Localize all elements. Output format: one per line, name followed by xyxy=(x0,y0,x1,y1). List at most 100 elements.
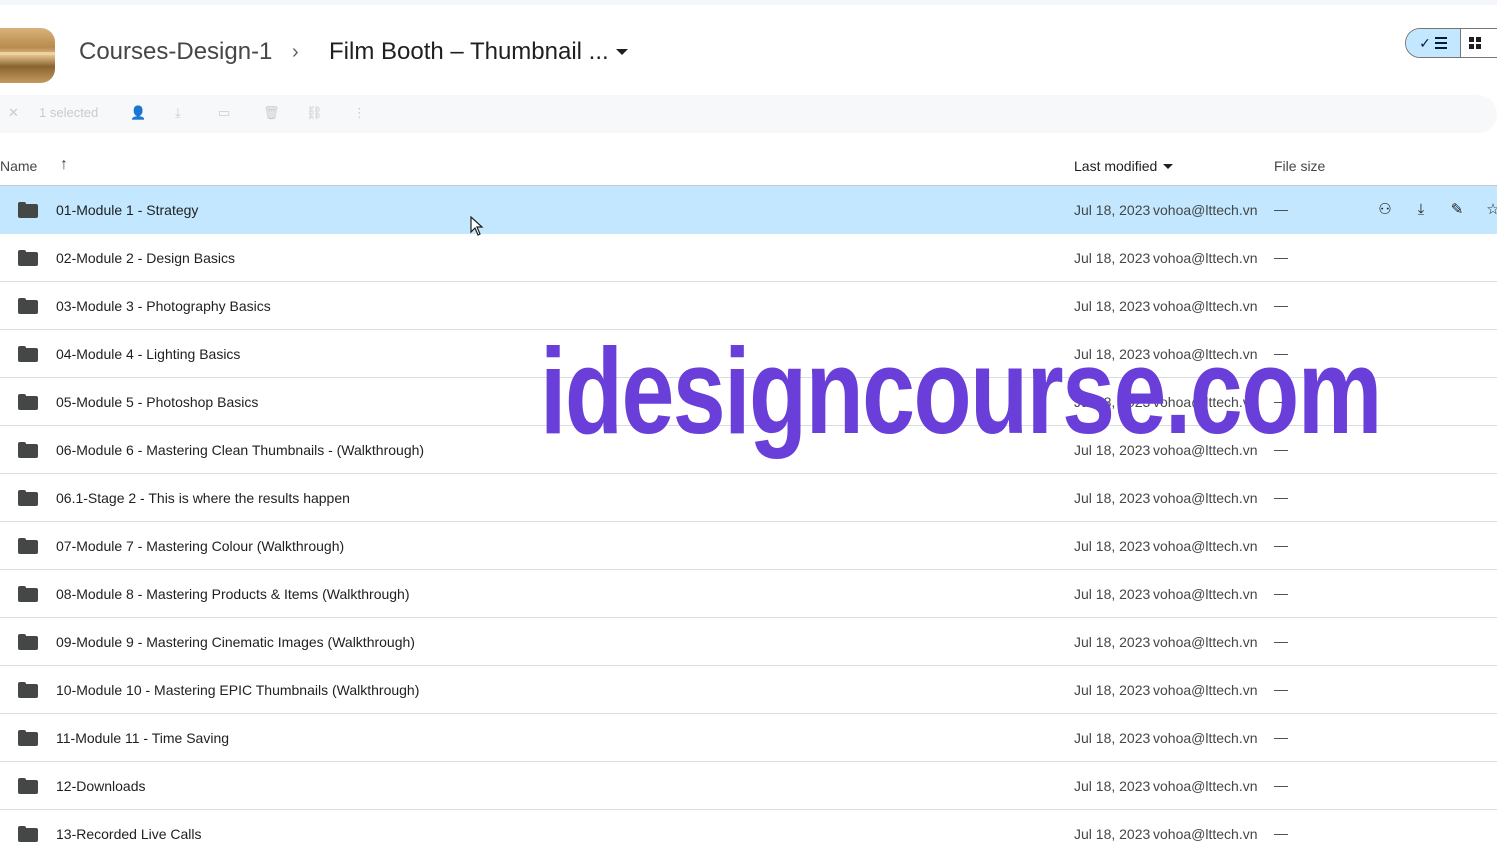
row-date: Jul 18, 2023 xyxy=(1074,730,1151,746)
folder-icon xyxy=(18,394,38,410)
row-name: 03-Module 3 - Photography Basics xyxy=(56,298,271,314)
more-icon[interactable]: ⋮ xyxy=(353,105,366,121)
row-name: 09-Module 9 - Mastering Cinematic Images… xyxy=(56,634,415,650)
header: Courses-Design-1 › Film Booth – Thumbnai… xyxy=(0,22,1497,88)
list-icon xyxy=(1434,37,1447,49)
folder-icon xyxy=(18,586,38,602)
row-owner: vohoa@lttech.vn xyxy=(1153,250,1258,266)
row-owner: vohoa@lttech.vn xyxy=(1153,298,1258,314)
row-name: 07-Module 7 - Mastering Colour (Walkthro… xyxy=(56,538,345,554)
table-row[interactable]: 07-Module 7 - Mastering Colour (Walkthro… xyxy=(0,522,1497,570)
breadcrumb-current[interactable]: Film Booth – Thumbnail ... xyxy=(329,38,609,66)
row-hover-actions: ⚇ ⤓ ✎ ☆ xyxy=(1376,200,1497,219)
breadcrumb-parent[interactable]: Courses-Design-1 xyxy=(79,38,272,66)
row-owner: vohoa@lttech.vn xyxy=(1153,826,1258,842)
folder-icon xyxy=(18,346,38,362)
folder-icon xyxy=(18,538,38,554)
row-owner: vohoa@lttech.vn xyxy=(1153,730,1258,746)
row-size: — xyxy=(1274,297,1288,313)
row-name: 06-Module 6 - Mastering Clean Thumbnails… xyxy=(56,442,425,458)
row-name: 01-Module 1 - Strategy xyxy=(56,202,199,218)
row-name: 08-Module 8 - Mastering Products & Items… xyxy=(56,586,410,602)
move-icon[interactable]: ▭ xyxy=(218,105,230,121)
download-icon[interactable]: ⤓ xyxy=(175,105,181,121)
share-person-icon[interactable]: ⚇ xyxy=(1376,200,1394,218)
folder-icon xyxy=(18,634,38,650)
column-last-modified[interactable]: Last modified xyxy=(1074,158,1174,174)
column-name[interactable]: Name xyxy=(0,158,37,174)
row-date: Jul 18, 2023 xyxy=(1074,298,1151,314)
folder-icon xyxy=(18,442,38,458)
folder-icon xyxy=(18,490,38,506)
table-row[interactable]: 02-Module 2 - Design Basics Jul 18, 2023 v… xyxy=(0,234,1497,282)
table-row[interactable]: 06.1-Stage 2 - This is where the results… xyxy=(0,474,1497,522)
check-icon: ✓ xyxy=(1419,34,1431,51)
row-owner: vohoa@lttech.vn xyxy=(1153,634,1258,650)
dropdown-caret-icon xyxy=(1163,163,1174,169)
share-icon[interactable]: 👤 xyxy=(130,105,146,121)
row-name: 06.1-Stage 2 - This is where the results… xyxy=(56,490,350,506)
column-last-modified-label: Last modified xyxy=(1074,158,1158,174)
row-date: Jul 18, 2023 xyxy=(1074,250,1151,266)
row-date: Jul 18, 2023 xyxy=(1074,538,1151,554)
grid-view-button[interactable] xyxy=(1461,29,1497,57)
delete-icon[interactable]: 🗑 xyxy=(263,105,280,121)
row-size: — xyxy=(1274,681,1288,697)
file-list: 01-Module 1 - Strategy Jul 18, 2023 vohoa@… xyxy=(0,186,1497,842)
column-header: Name ↑ Last modified File size xyxy=(0,146,1497,186)
row-owner: vohoa@lttech.vn xyxy=(1153,778,1258,794)
list-view-button[interactable]: ✓ xyxy=(1406,29,1461,57)
column-file-size[interactable]: File size xyxy=(1274,158,1325,174)
row-owner: vohoa@lttech.vn xyxy=(1153,538,1258,554)
download-icon[interactable]: ⤓ xyxy=(1412,200,1430,218)
row-owner: vohoa@lttech.vn xyxy=(1153,490,1258,506)
folder-icon xyxy=(18,682,38,698)
row-date: Jul 18, 2023 xyxy=(1074,778,1151,794)
close-icon[interactable]: ✕ xyxy=(8,105,19,121)
table-row[interactable]: 08-Module 8 - Mastering Products & Items… xyxy=(0,570,1497,618)
table-row[interactable]: 13-Recorded Live Calls Jul 18, 2023 vohoa@… xyxy=(0,810,1497,842)
rename-icon[interactable]: ✎ xyxy=(1448,200,1466,218)
breadcrumb-separator-icon: › xyxy=(292,41,299,63)
row-date: Jul 18, 2023 xyxy=(1074,682,1151,698)
folder-icon xyxy=(18,250,38,266)
selection-action-bar: ✕ 1 selected 👤 ⤓ ▭ 🗑 ⛓ ⋮ xyxy=(0,95,1497,133)
row-size: — xyxy=(1274,585,1288,601)
row-size: — xyxy=(1274,249,1288,265)
selected-count: 1 selected xyxy=(39,105,99,120)
row-owner: vohoa@lttech.vn xyxy=(1153,682,1258,698)
view-toggle: ✓ xyxy=(1405,28,1497,58)
row-name: 10-Module 10 - Mastering EPIC Thumbnails… xyxy=(56,682,420,698)
row-owner: vohoa@lttech.vn xyxy=(1153,202,1258,218)
row-date: Jul 18, 2023 xyxy=(1074,826,1151,842)
folder-icon xyxy=(18,202,38,218)
table-row[interactable]: 01-Module 1 - Strategy Jul 18, 2023 vohoa@… xyxy=(0,186,1497,234)
row-name: 05-Module 5 - Photoshop Basics xyxy=(56,394,259,410)
row-date: Jul 18, 2023 xyxy=(1074,634,1151,650)
folder-icon xyxy=(18,298,38,314)
folder-icon xyxy=(18,730,38,746)
breadcrumb-dropdown-icon[interactable] xyxy=(616,49,628,55)
row-size: — xyxy=(1274,489,1288,505)
row-size: — xyxy=(1274,633,1288,649)
table-row[interactable]: 10-Module 10 - Mastering EPIC Thumbnails… xyxy=(0,666,1497,714)
row-size: — xyxy=(1274,777,1288,793)
folder-thumbnail xyxy=(0,28,55,83)
row-size: — xyxy=(1274,825,1288,841)
row-name: 02-Module 2 - Design Basics xyxy=(56,250,235,266)
folder-icon xyxy=(18,778,38,794)
row-name: 11-Module 11 - Time Saving xyxy=(56,730,230,746)
row-name: 13-Recorded Live Calls xyxy=(56,826,202,842)
table-row[interactable]: 09-Module 9 - Mastering Cinematic Images… xyxy=(0,618,1497,666)
row-name: 04-Module 4 - Lighting Basics xyxy=(56,346,241,362)
row-owner: vohoa@lttech.vn xyxy=(1153,586,1258,602)
star-icon[interactable]: ☆ xyxy=(1484,200,1497,218)
table-row[interactable]: 12-Downloads Jul 18, 2023 vohoa@lttech.vn — xyxy=(0,762,1497,810)
link-icon[interactable]: ⛓ xyxy=(306,105,323,121)
row-size: — xyxy=(1274,729,1288,745)
folder-icon xyxy=(18,826,38,842)
table-row[interactable]: 11-Module 11 - Time Saving Jul 18, 2023 vo… xyxy=(0,714,1497,762)
row-date: Jul 18, 2023 xyxy=(1074,586,1151,602)
row-size: — xyxy=(1274,201,1288,217)
sort-arrow-icon[interactable]: ↑ xyxy=(60,156,68,174)
